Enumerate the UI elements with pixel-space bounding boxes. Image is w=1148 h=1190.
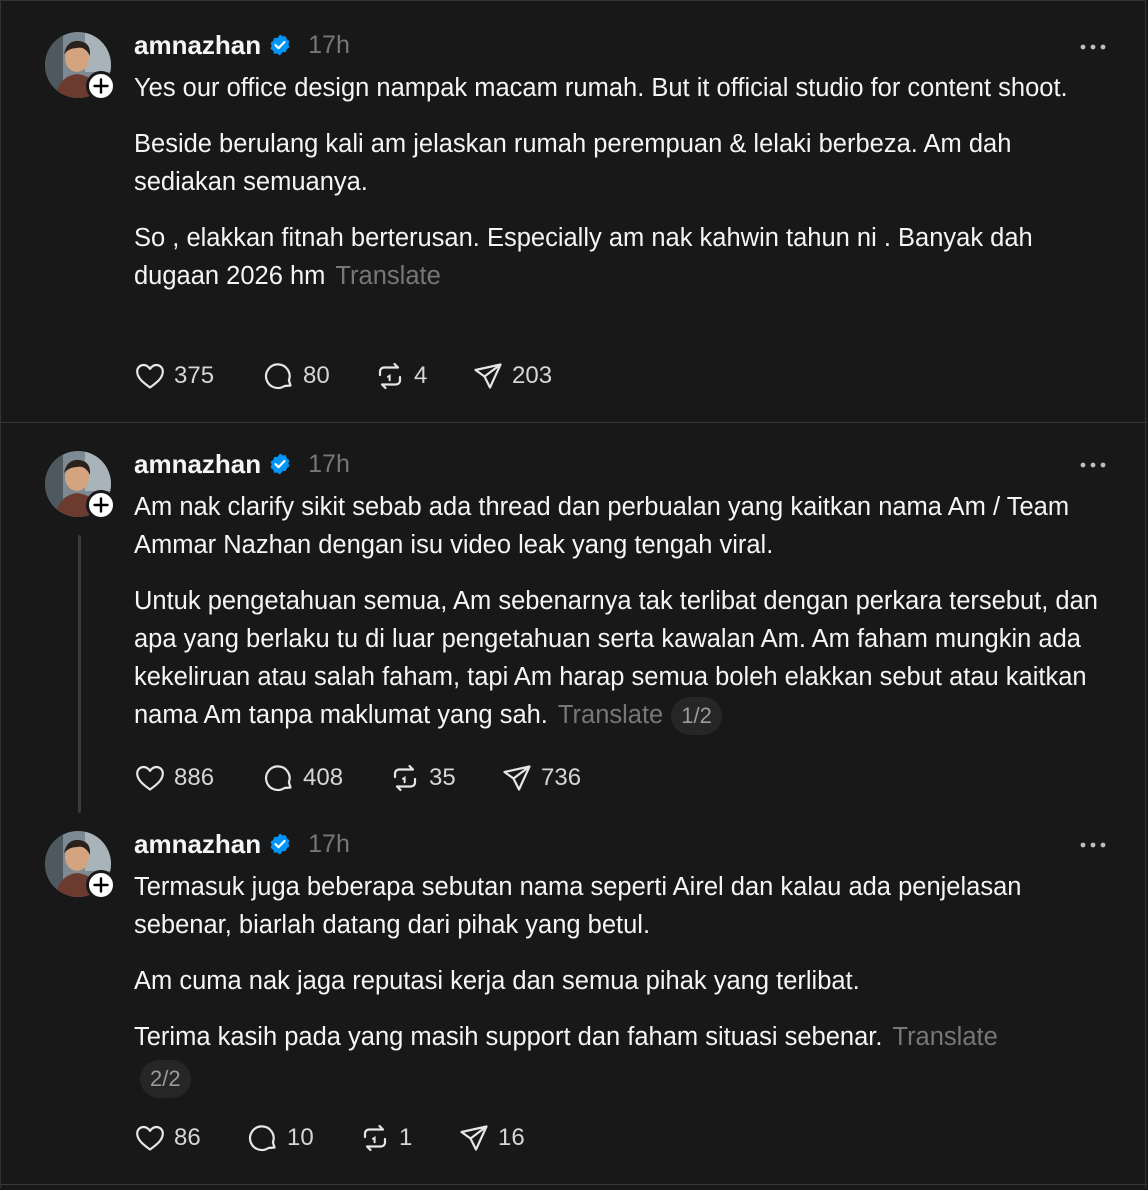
post-time: 17h	[308, 829, 350, 858]
share-count: 16	[498, 1124, 525, 1151]
post-1: amnazhan 17h Yes our office design nampa…	[1, 1, 1147, 421]
post-paragraph: Beside berulang kali am jelaskan rumah p…	[134, 130, 1012, 196]
follow-plus-button[interactable]	[86, 71, 116, 101]
thread-pager-badge: 1/2	[671, 697, 722, 736]
share-icon	[474, 363, 502, 389]
follow-plus-button[interactable]	[86, 490, 116, 520]
post-time: 17h	[308, 449, 350, 478]
reply-count: 80	[303, 362, 330, 389]
heart-icon	[136, 1125, 164, 1151]
share-button[interactable]: 203	[472, 360, 552, 392]
share-button[interactable]: 736	[501, 762, 581, 794]
post-body: Yes our office design nampak macam rumah…	[134, 69, 1109, 313]
share-icon	[503, 765, 531, 791]
post-body: Termasuk juga beberapa sebutan nama sepe…	[134, 868, 1109, 1116]
username[interactable]: amnazhan	[134, 449, 261, 480]
post-header: amnazhan 17h	[134, 827, 350, 861]
translate-link[interactable]: Translate	[892, 1023, 997, 1051]
plus-icon	[93, 497, 109, 513]
repost-button[interactable]: 1	[359, 1122, 458, 1154]
like-count: 86	[174, 1124, 201, 1151]
repost-count: 1	[399, 1124, 413, 1151]
post-header: amnazhan 17h	[134, 447, 350, 481]
follow-plus-button[interactable]	[86, 870, 116, 900]
heart-icon	[136, 363, 164, 389]
comment-icon	[264, 765, 292, 792]
more-options-icon[interactable]	[1079, 835, 1107, 855]
heart-icon	[136, 765, 164, 791]
post-paragraph-text: Terima kasih pada yang masih support dan…	[134, 1023, 883, 1051]
like-count: 375	[174, 362, 215, 389]
post-time: 17h	[308, 30, 350, 59]
post-header: amnazhan 17h	[134, 28, 350, 62]
post-2: amnazhan 17h Am nak clarify sikit sebab …	[1, 423, 1147, 819]
post-body: Am nak clarify sikit sebab ada thread da…	[134, 488, 1109, 753]
more-options-icon[interactable]	[1079, 455, 1107, 475]
comment-icon	[264, 363, 292, 390]
post-divider	[1, 1184, 1147, 1185]
post-actions: 375 80 4 203	[134, 359, 552, 393]
repost-icon	[393, 764, 417, 792]
share-button[interactable]: 16	[458, 1122, 525, 1154]
reply-count: 408	[303, 764, 344, 791]
repost-count: 35	[429, 764, 456, 791]
thread-connector-line	[78, 535, 81, 813]
share-count: 736	[541, 764, 582, 791]
threads-feed: amnazhan 17h Yes our office design nampa…	[0, 0, 1147, 1188]
repost-count: 4	[414, 362, 428, 389]
comment-icon	[248, 1125, 276, 1152]
repost-icon	[363, 1124, 387, 1152]
post-paragraph: Yes our office design nampak macam rumah…	[134, 74, 1068, 102]
like-count: 886	[174, 764, 215, 791]
reply-button[interactable]: 408	[263, 762, 389, 794]
translate-link[interactable]: Translate	[558, 701, 663, 729]
verified-badge-icon	[270, 34, 290, 56]
post-3: amnazhan 17h Termasuk juga beberapa sebu…	[1, 803, 1147, 1183]
post-paragraph-text: So , elakkan fitnah berterusan. Especial…	[134, 224, 1033, 290]
like-button[interactable]: 375	[134, 360, 263, 392]
thread-pager-badge: 2/2	[140, 1060, 191, 1098]
post-paragraph: Am nak clarify sikit sebab ada thread da…	[134, 493, 1070, 559]
post-paragraph: So , elakkan fitnah berterusan. Especial…	[134, 219, 1109, 295]
plus-icon	[93, 877, 109, 893]
plus-icon	[93, 78, 109, 94]
username[interactable]: amnazhan	[134, 30, 261, 61]
reply-button[interactable]: 80	[263, 360, 374, 392]
post-paragraph: Untuk pengetahuan semua, Am sebenarnya t…	[134, 582, 1109, 736]
repost-icon	[378, 362, 402, 390]
reply-count: 10	[287, 1124, 314, 1151]
more-options-icon[interactable]	[1079, 37, 1107, 57]
post-actions: 86 10 1 16	[134, 1121, 525, 1155]
verified-badge-icon	[270, 833, 290, 855]
post-actions: 886 408 35 736	[134, 761, 581, 795]
share-icon	[460, 1125, 488, 1151]
reply-button[interactable]: 10	[247, 1122, 359, 1154]
repost-button[interactable]: 4	[374, 360, 472, 392]
translate-link[interactable]: Translate	[335, 262, 440, 290]
post-paragraph: Am cuma nak jaga reputasi kerja dan semu…	[134, 967, 860, 995]
post-paragraph: Terima kasih pada yang masih support dan…	[134, 1018, 1109, 1098]
repost-button[interactable]: 35	[389, 762, 501, 794]
like-button[interactable]: 86	[134, 1122, 247, 1154]
like-button[interactable]: 886	[134, 762, 263, 794]
post-paragraph: Termasuk juga beberapa sebutan nama sepe…	[134, 873, 1022, 939]
share-count: 203	[512, 362, 553, 389]
verified-badge-icon	[270, 453, 290, 475]
username[interactable]: amnazhan	[134, 829, 261, 860]
